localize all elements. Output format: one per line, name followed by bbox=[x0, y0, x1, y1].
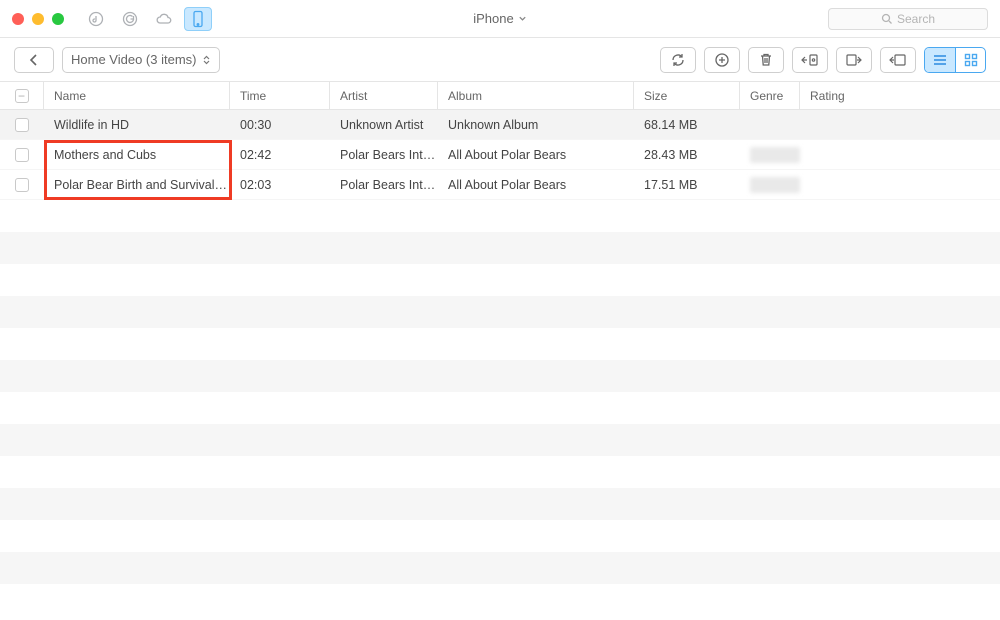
close-window-button[interactable] bbox=[12, 13, 24, 25]
column-name[interactable]: Name bbox=[44, 82, 230, 109]
to-itunes-button[interactable] bbox=[792, 47, 828, 73]
device-title-label: iPhone bbox=[473, 11, 513, 26]
delete-button[interactable] bbox=[748, 47, 784, 73]
cell-time: 02:42 bbox=[230, 148, 330, 162]
grid-icon bbox=[964, 53, 978, 67]
refresh-button[interactable] bbox=[660, 47, 696, 73]
cell-name: Wildlife in HD bbox=[44, 118, 230, 132]
zoom-window-button[interactable] bbox=[52, 13, 64, 25]
column-rating[interactable]: Rating bbox=[800, 82, 1000, 109]
table-body: Wildlife in HD 00:30 Unknown Artist Unkn… bbox=[0, 110, 1000, 200]
search-placeholder: Search bbox=[897, 12, 935, 26]
titlebar: iPhone Search bbox=[0, 0, 1000, 38]
column-album[interactable]: Album bbox=[438, 82, 634, 109]
column-artist[interactable]: Artist bbox=[330, 82, 438, 109]
row-checkbox[interactable] bbox=[15, 118, 29, 132]
minimize-window-button[interactable] bbox=[32, 13, 44, 25]
cloud-tab-icon[interactable] bbox=[150, 7, 178, 31]
list-view-button[interactable] bbox=[925, 48, 955, 72]
cell-artist: Polar Bears Inte… bbox=[330, 148, 438, 162]
backup-tab-icon[interactable] bbox=[116, 7, 144, 31]
to-device-icon bbox=[845, 52, 863, 68]
column-size[interactable]: Size bbox=[634, 82, 740, 109]
select-all-checkbox[interactable] bbox=[0, 82, 44, 109]
cell-time: 00:30 bbox=[230, 118, 330, 132]
cell-artist: Polar Bears Inte… bbox=[330, 178, 438, 192]
list-icon bbox=[932, 54, 948, 66]
chevron-down-icon bbox=[518, 14, 527, 23]
cell-size: 17.51 MB bbox=[634, 178, 740, 192]
view-mode-segment bbox=[924, 47, 986, 73]
to-itunes-icon bbox=[801, 52, 819, 68]
add-button[interactable] bbox=[704, 47, 740, 73]
cell-genre bbox=[740, 147, 800, 163]
table-header: Name Time Artist Album Size Genre Rating bbox=[0, 82, 1000, 110]
cell-album: Unknown Album bbox=[438, 118, 634, 132]
column-genre[interactable]: Genre bbox=[740, 82, 800, 109]
table-row[interactable]: Polar Bear Birth and Survival R… 02:03 P… bbox=[0, 170, 1000, 200]
device-tab-icon[interactable] bbox=[184, 7, 212, 31]
chevron-left-icon bbox=[29, 54, 39, 66]
search-icon bbox=[881, 13, 893, 25]
cell-genre bbox=[740, 177, 800, 193]
column-time[interactable]: Time bbox=[230, 82, 330, 109]
grid-view-button[interactable] bbox=[955, 48, 985, 72]
plus-circle-icon bbox=[714, 52, 730, 68]
empty-rows-area bbox=[0, 200, 1000, 616]
toolbar: Home Video (3 items) bbox=[0, 38, 1000, 82]
table-row[interactable]: Mothers and Cubs 02:42 Polar Bears Inte…… bbox=[0, 140, 1000, 170]
music-tab-icon[interactable] bbox=[82, 7, 110, 31]
breadcrumb-label: Home Video (3 items) bbox=[71, 52, 196, 67]
cell-time: 02:03 bbox=[230, 178, 330, 192]
export-icon bbox=[889, 52, 907, 68]
to-device-button[interactable] bbox=[836, 47, 872, 73]
search-input[interactable]: Search bbox=[828, 8, 988, 30]
cell-name: Polar Bear Birth and Survival R… bbox=[44, 178, 230, 192]
to-computer-button[interactable] bbox=[880, 47, 916, 73]
sort-arrows-icon bbox=[202, 54, 211, 66]
cell-album: All About Polar Bears bbox=[438, 178, 634, 192]
breadcrumb-dropdown[interactable]: Home Video (3 items) bbox=[62, 47, 220, 73]
window-controls bbox=[12, 13, 64, 25]
cell-size: 28.43 MB bbox=[634, 148, 740, 162]
row-checkbox[interactable] bbox=[15, 148, 29, 162]
refresh-icon bbox=[670, 52, 686, 68]
cell-album: All About Polar Bears bbox=[438, 148, 634, 162]
cell-size: 68.14 MB bbox=[634, 118, 740, 132]
row-checkbox[interactable] bbox=[15, 178, 29, 192]
back-button[interactable] bbox=[14, 47, 54, 73]
trash-icon bbox=[759, 52, 773, 68]
cell-name: Mothers and Cubs bbox=[44, 148, 230, 162]
table-row[interactable]: Wildlife in HD 00:30 Unknown Artist Unkn… bbox=[0, 110, 1000, 140]
cell-artist: Unknown Artist bbox=[330, 118, 438, 132]
